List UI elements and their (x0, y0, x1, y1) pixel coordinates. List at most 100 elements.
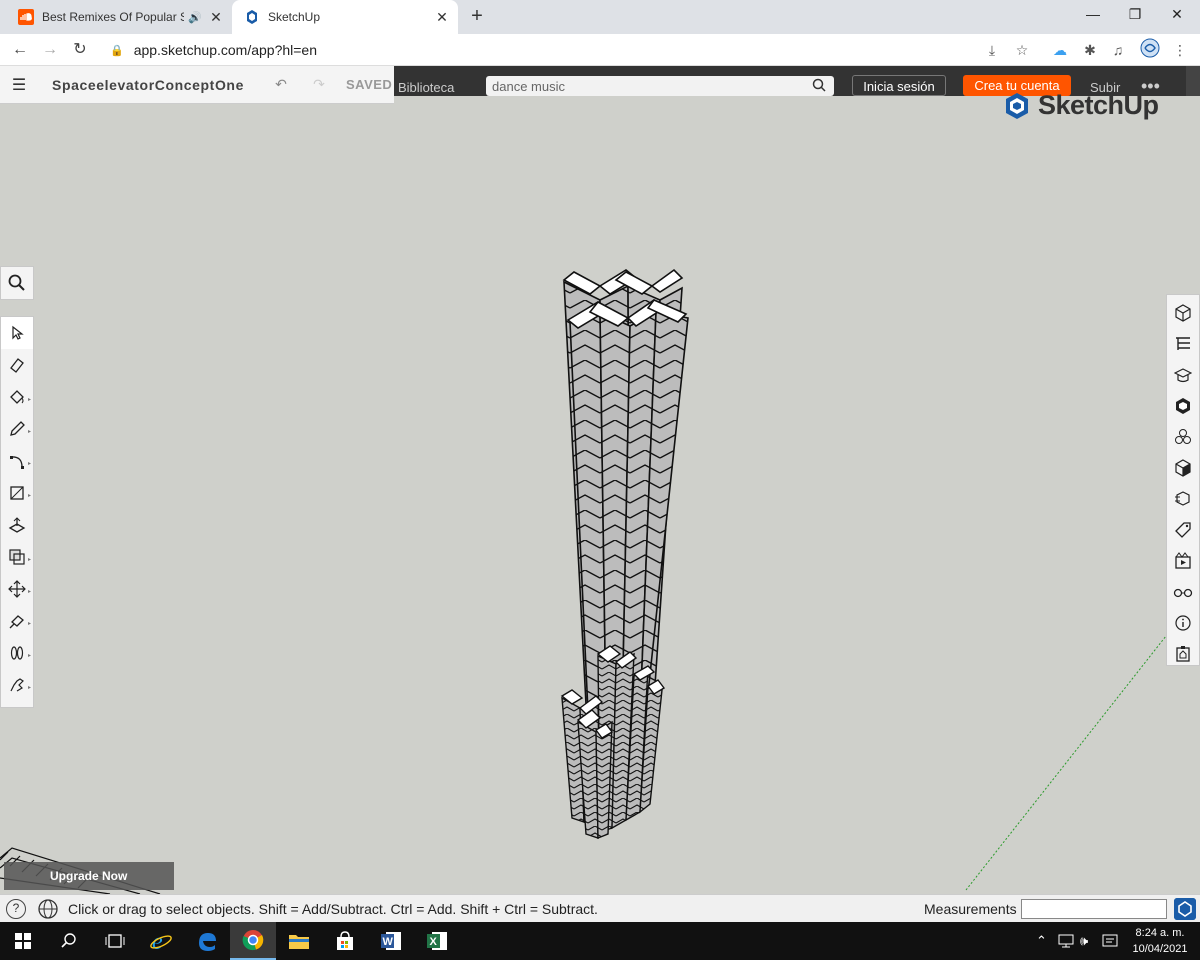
tab-sketchup[interactable]: SketchUp ✕ (232, 0, 458, 34)
offset-tool[interactable]: ▸ (1, 541, 33, 573)
components-button[interactable] (1167, 390, 1199, 421)
browser-menu-icon[interactable]: ⋮ (1168, 38, 1192, 62)
right-panels-bar (1166, 294, 1200, 666)
chevron-right-icon: ▸ (27, 461, 31, 467)
move-tool[interactable]: ▸ (1, 573, 33, 605)
tab-soundcloud[interactable]: Best Remixes Of Popular Son 🔊 ✕ (8, 0, 232, 34)
store-button[interactable] (322, 922, 368, 960)
sketchup-logo-icon (1006, 92, 1028, 119)
model-canvas[interactable] (0, 104, 1200, 894)
scrollbar[interactable] (1186, 66, 1200, 96)
star-bookmark-icon[interactable]: ☆ (1010, 38, 1034, 62)
left-toolbar: ▸ ▸ ▸ ▸ ▸ ▸ ▸ ▸ ▸ (0, 316, 34, 708)
excel-icon: X (427, 932, 447, 950)
back-button[interactable]: ← (8, 38, 32, 62)
close-tab-icon[interactable]: ✕ (206, 9, 226, 26)
sketchup-icon (244, 9, 260, 25)
close-window-button[interactable]: ✕ (1157, 0, 1197, 30)
site-search-input[interactable]: dance music (486, 76, 834, 96)
rectangle-tool[interactable]: ▸ (1, 477, 33, 509)
search-icon[interactable] (812, 77, 826, 99)
speaker-icon[interactable]: 🔊 (188, 11, 202, 24)
outliner-button[interactable] (1167, 328, 1199, 359)
install-app-icon[interactable]: ⤓ (980, 38, 1004, 62)
status-bar: ? Click or drag to select objects. Shift… (0, 894, 1200, 922)
reload-button[interactable]: ↻ (68, 38, 92, 62)
measurements-input[interactable] (1021, 899, 1167, 919)
tags-button[interactable] (1167, 514, 1199, 545)
3d-viewport[interactable] (0, 104, 1200, 894)
login-button[interactable]: Inicia sesión (852, 75, 946, 96)
styles-button[interactable] (1167, 452, 1199, 483)
sketchup-mini-logo-icon (1174, 898, 1196, 920)
instructor-button[interactable] (1167, 359, 1199, 390)
export-button[interactable] (1167, 638, 1199, 669)
chevron-right-icon: ▸ (27, 429, 31, 435)
edge-button[interactable] (184, 922, 230, 960)
network-icon[interactable] (1058, 922, 1074, 960)
library-link[interactable]: Biblioteca (398, 80, 454, 95)
system-clock[interactable]: 8:24 a. m. 10/04/2021 (1128, 925, 1192, 957)
cloud-extension-icon[interactable]: ☁ (1048, 38, 1072, 62)
folder-icon (289, 935, 309, 949)
model-name[interactable]: SpaceelevatorConceptOne (52, 77, 262, 93)
lock-icon[interactable]: 🔒 (110, 44, 124, 57)
internet-explorer-button[interactable]: e (138, 922, 184, 960)
upgrade-now-button[interactable]: Upgrade Now (4, 862, 174, 890)
orbit-hand-tool[interactable]: ▸ (1, 669, 33, 701)
space-elevator-tower[interactable] (562, 268, 689, 722)
pencil-tool[interactable]: ▸ (1, 413, 33, 445)
chrome-icon (242, 930, 264, 951)
chevron-right-icon: ▸ (27, 621, 31, 627)
word-icon: W (381, 932, 401, 950)
hamburger-menu-icon[interactable]: ☰ (2, 75, 36, 95)
eraser-tool[interactable] (1, 349, 33, 381)
url-field[interactable]: 🔒 app.sketchup.com/app?hl=en (110, 38, 1030, 62)
search-tool-button[interactable] (0, 266, 34, 300)
tower-base-cluster[interactable] (560, 645, 666, 840)
chevron-right-icon: ▸ (27, 397, 31, 403)
address-bar-row: ← → ↻ 🔒 app.sketchup.com/app?hl=en ⤓ ☆ ☁… (0, 34, 1200, 66)
scenes-button[interactable] (1167, 483, 1199, 514)
tape-measure-tool[interactable]: ▸ (1, 605, 33, 637)
task-view-button[interactable] (92, 922, 138, 960)
show-hidden-icons-icon[interactable]: ⌃ (1036, 922, 1047, 960)
globe-icon[interactable] (38, 898, 58, 919)
paint-bucket-tool[interactable]: ▸ (1, 381, 33, 413)
redo-icon[interactable]: ↷ (300, 76, 338, 93)
select-tool[interactable] (1, 317, 33, 349)
views-button[interactable] (1167, 576, 1199, 607)
info-button[interactable] (1167, 607, 1199, 638)
entity-info-button[interactable] (1167, 297, 1199, 328)
help-icon[interactable]: ? (6, 898, 26, 919)
taskbar-search-button[interactable] (46, 922, 92, 960)
push-pull-tool[interactable] (1, 509, 33, 541)
media-control-icon[interactable]: ♫ (1106, 38, 1130, 62)
save-status: SAVED (346, 77, 393, 92)
forward-button[interactable]: → (38, 38, 62, 62)
instructor-icon (1174, 367, 1192, 382)
undo-icon[interactable]: ↶ (262, 76, 300, 93)
notification-icon[interactable] (1102, 922, 1118, 960)
extensions-icon[interactable]: ✱ (1078, 38, 1102, 62)
restore-button[interactable]: ❐ (1115, 0, 1155, 30)
entity-info-icon (1175, 303, 1191, 322)
views-icon (1173, 588, 1193, 597)
windows-start-button[interactable] (0, 922, 46, 960)
minimize-button[interactable]: — (1073, 0, 1113, 30)
info-icon (1175, 614, 1191, 631)
excel-button[interactable]: X (414, 922, 460, 960)
display-button[interactable] (1167, 545, 1199, 576)
word-button[interactable]: W (368, 922, 414, 960)
file-explorer-button[interactable] (276, 922, 322, 960)
new-tab-button[interactable]: + (466, 6, 488, 28)
green-axis (965, 635, 1167, 891)
arc-tool[interactable]: ▸ (1, 445, 33, 477)
close-tab-icon[interactable]: ✕ (432, 9, 452, 26)
walk-tool[interactable]: ▸ (1, 637, 33, 669)
profile-avatar-icon[interactable] (1138, 38, 1162, 62)
chrome-button[interactable] (230, 922, 276, 960)
chevron-right-icon: ▸ (27, 557, 31, 563)
materials-button[interactable] (1167, 421, 1199, 452)
volume-icon[interactable]: 🕪 (1080, 922, 1088, 960)
